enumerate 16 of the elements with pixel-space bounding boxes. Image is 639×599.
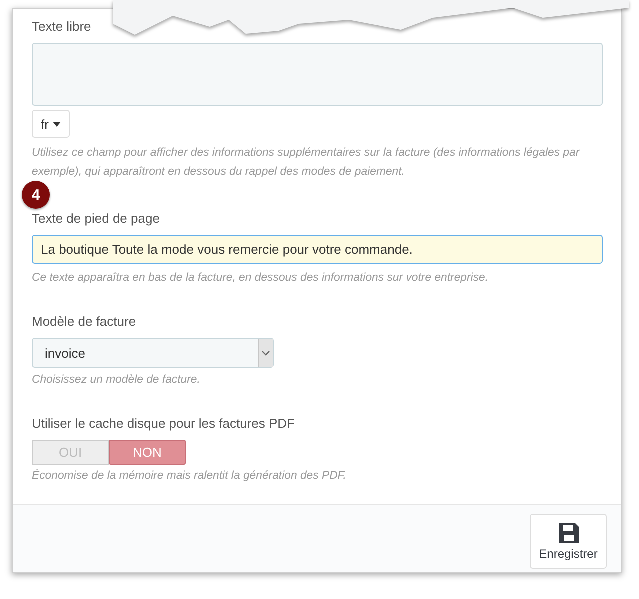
template-select[interactable]: invoice (32, 338, 274, 368)
field-label: Texte de pied de page (32, 211, 161, 226)
save-button[interactable]: Enregistrer (530, 514, 607, 569)
step-badge: 4 (22, 181, 50, 209)
language-dropdown[interactable]: fr (32, 110, 70, 138)
caret-icon (52, 122, 61, 126)
help-text: Ce texte apparaîtra en bas de la facture, en dessous des informations sur votre entreprise. (32, 271, 490, 286)
field-label: Utiliser le cache disque pour les factures PDF (32, 416, 296, 431)
help-text: Économise de la mémoire mais ralentit la génération des PDF. (32, 468, 348, 484)
field-label: Modèle de facture (32, 314, 138, 329)
input-field[interactable]: La boutique Toute la mode vous remercie pour votre commande. (32, 235, 603, 264)
field-label: Texte libre (32, 19, 92, 34)
help-text: Utilisez ce champ pour afficher des informations supplémentaires sur la facture (des informations légales par exemple), qui apparaîtront en dessous du rappel des modes de paiement. (32, 146, 581, 180)
help-text: Choisissez un modèle de facture. (32, 373, 202, 388)
chevron-icon (262, 350, 270, 356)
text-area[interactable] (32, 43, 603, 106)
